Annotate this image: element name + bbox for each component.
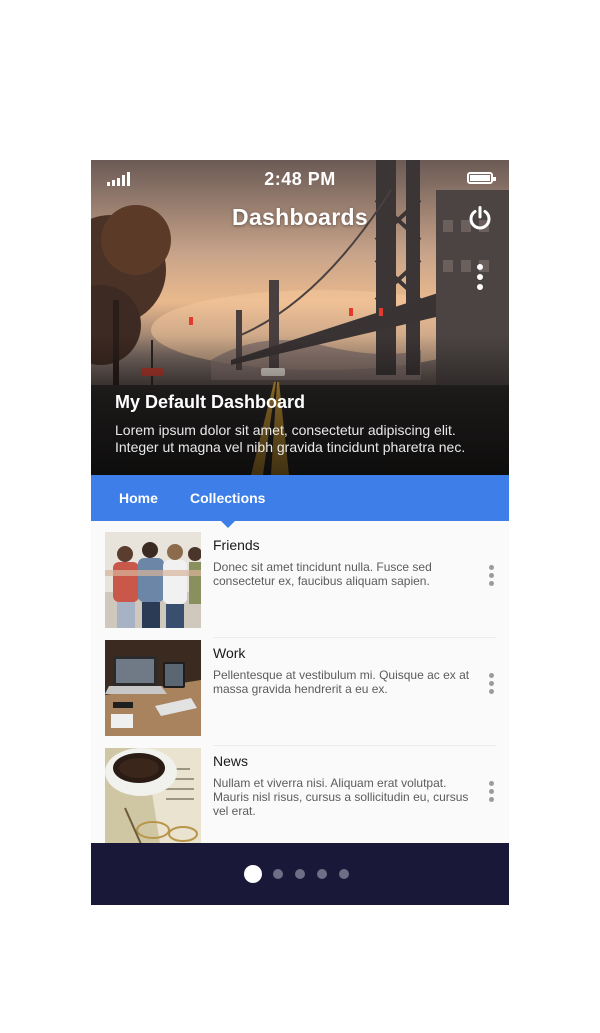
item-name: Friends (213, 537, 260, 553)
list-item-friends[interactable]: Friends Donec sit amet tincidunt nulla. … (105, 530, 496, 638)
item-description: Nullam et viverra nisi. Aliquam erat vol… (213, 776, 469, 818)
dashboard-title: My Default Dashboard (115, 392, 306, 412)
more-vert-icon[interactable] (477, 264, 483, 292)
list-item-work[interactable]: Work Pellentesque at vestibulum mi. Quis… (105, 638, 496, 746)
item-description: Donec sit amet tincidunt nulla. Fusce se… (213, 560, 432, 588)
work-thumbnail (105, 640, 201, 736)
more-vert-icon[interactable] (486, 673, 496, 699)
tab-home[interactable]: Home (119, 490, 158, 506)
power-icon[interactable] (467, 205, 493, 231)
more-vert-icon[interactable] (486, 781, 496, 807)
dashboard-description: Lorem ipsum dolor sit amet, consectetur … (115, 422, 466, 455)
tab-collections[interactable]: Collections (190, 490, 265, 506)
list-item-news[interactable]: News Nullam et viverra nisi. Aliquam era… (105, 746, 496, 854)
page-dot-2[interactable] (273, 869, 283, 879)
more-vert-icon[interactable] (486, 565, 496, 591)
hero-banner: 2:48 PM Dashboards My Default Dashboard … (91, 160, 509, 475)
tab-bar: Home Collections (91, 475, 509, 528)
hero-text: My Default Dashboard Lorem ipsum dolor s… (115, 392, 489, 456)
collection-list: Friends Donec sit amet tincidunt nulla. … (105, 530, 496, 854)
page-title: Dashboards (232, 204, 368, 230)
status-bar: 2:48 PM (91, 168, 509, 190)
page-dot-3[interactable] (295, 869, 305, 879)
item-name: Work (213, 645, 246, 661)
item-name: News (213, 753, 249, 769)
battery-icon (467, 172, 496, 184)
status-time: 2:48 PM (264, 169, 336, 189)
page-dot-5[interactable] (339, 869, 349, 879)
active-tab-indicator (221, 521, 235, 528)
page-dot-4[interactable] (317, 869, 327, 879)
page-dot-1[interactable] (244, 865, 262, 883)
pagination-footer (91, 843, 509, 905)
app-screen: 2:48 PM Dashboards My Default Dashboard … (91, 160, 509, 905)
news-thumbnail (105, 748, 201, 844)
item-description: Pellentesque at vestibulum mi. Quisque a… (213, 668, 470, 696)
friends-thumbnail (105, 532, 201, 628)
